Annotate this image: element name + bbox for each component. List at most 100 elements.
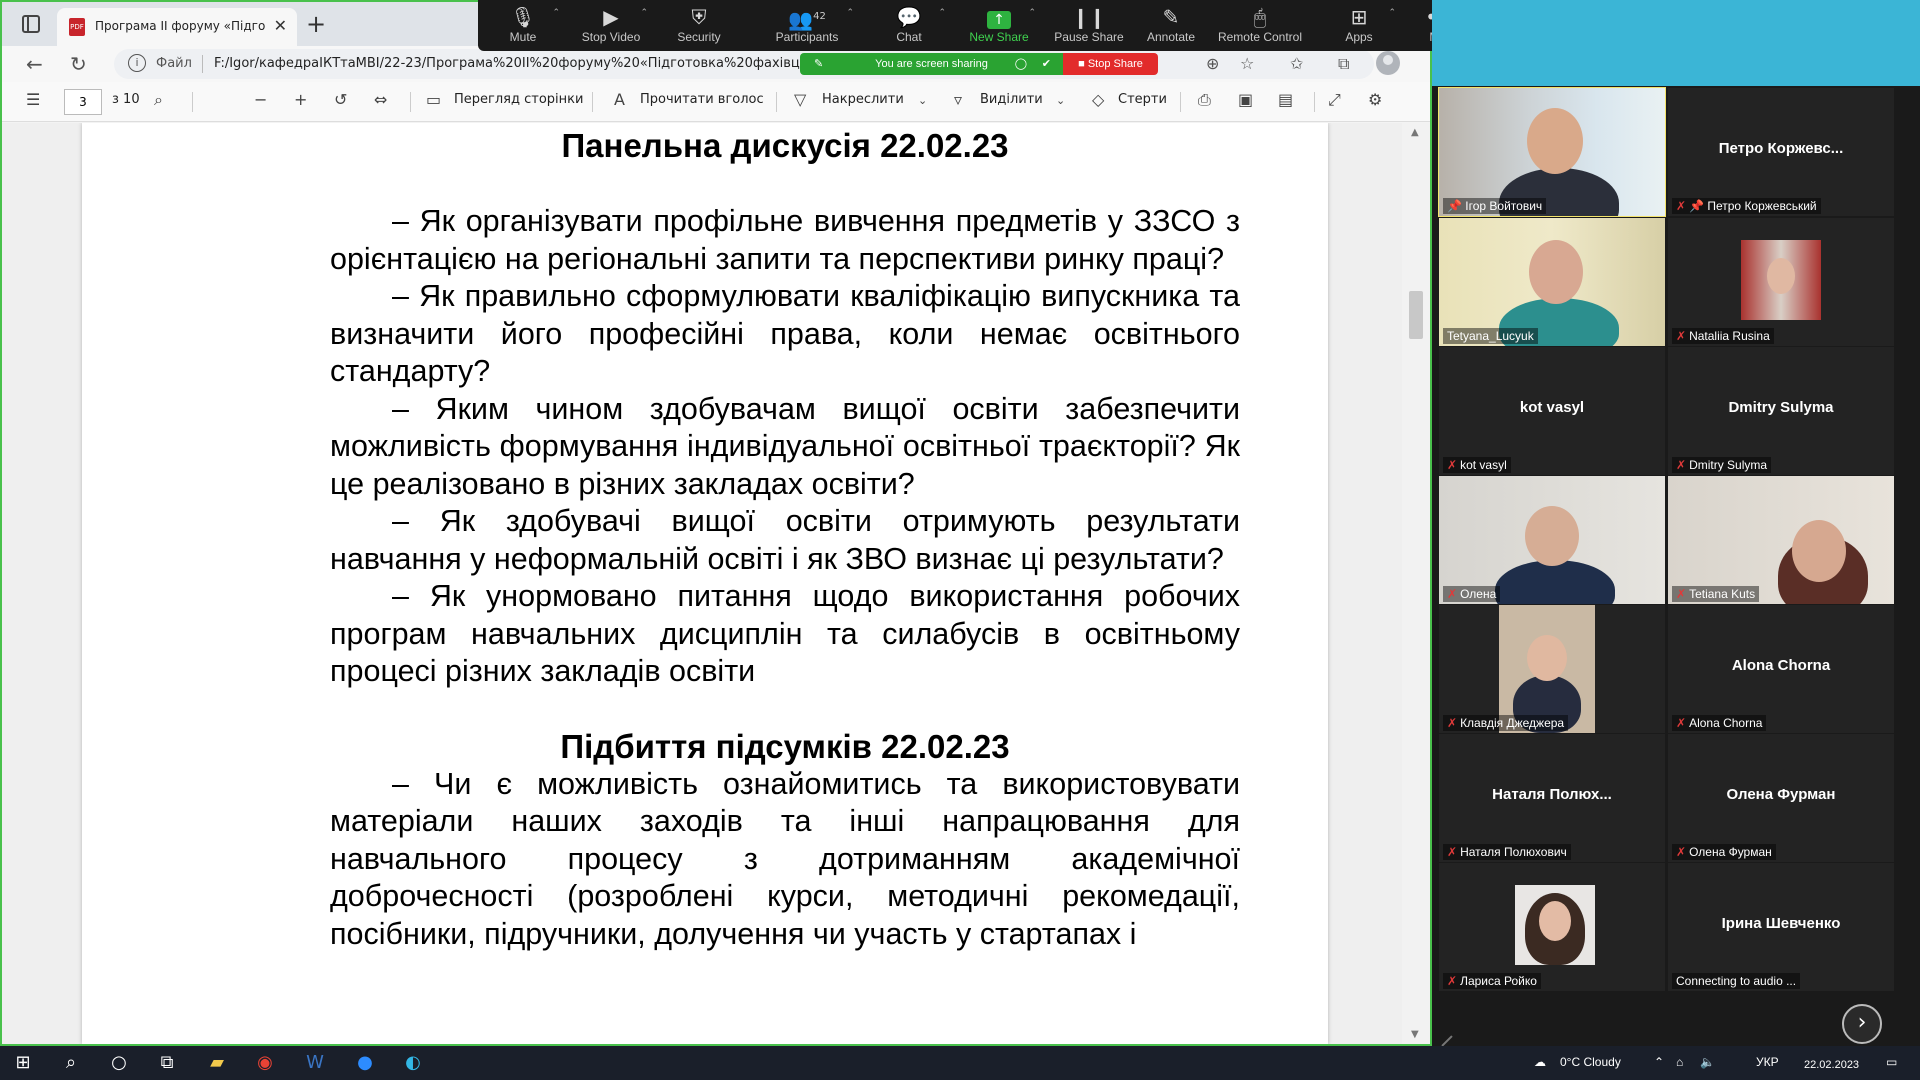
- settings-gear-icon[interactable]: ⚙: [1368, 90, 1382, 109]
- page-number-input[interactable]: 3: [64, 89, 102, 115]
- tab-close-icon[interactable]: ✕: [274, 16, 287, 35]
- chevron-down-icon[interactable]: ⌃: [552, 8, 560, 18]
- save-as-icon[interactable]: ▤: [1278, 90, 1293, 109]
- chevron-down-icon[interactable]: ⌃: [640, 8, 648, 18]
- participant-tile[interactable]: ✗ Клавдія Джеджера: [1439, 605, 1665, 733]
- toolbar-divider: [1314, 92, 1315, 112]
- remote-control-button[interactable]: 🖱 Remote Control: [1200, 4, 1320, 44]
- new-share-button[interactable]: ↑ New Share ⌃: [954, 4, 1044, 44]
- participants-label: Participants: [775, 30, 839, 44]
- contents-icon[interactable]: ☰: [26, 90, 40, 109]
- chevron-down-icon[interactable]: ⌄: [918, 94, 927, 107]
- edge-icon[interactable]: ◐: [400, 1051, 426, 1075]
- chevron-down-icon[interactable]: ⌃: [938, 8, 946, 18]
- chevron-down-icon[interactable]: ⌃: [1028, 8, 1036, 18]
- zoom-app-icon[interactable]: ●: [352, 1051, 378, 1075]
- tray-overflow-icon[interactable]: ⌃: [1654, 1055, 1664, 1069]
- date-display[interactable]: 22.02.2023: [1804, 1059, 1859, 1071]
- pdf-scrollbar[interactable]: ▲ ▼: [1402, 123, 1430, 1044]
- participant-tile[interactable]: 📌 Ігор Войтович: [1438, 87, 1666, 217]
- scroll-down-icon[interactable]: ▼: [1411, 1029, 1419, 1040]
- refresh-icon[interactable]: ↻: [70, 52, 87, 76]
- next-page-button[interactable]: ›: [1842, 1004, 1882, 1044]
- participant-tile[interactable]: Ірина Шевченко Connecting to audio ...: [1668, 863, 1894, 991]
- participant-tile[interactable]: Dmitry Sulyma ✗ Dmitry Sulyma: [1668, 347, 1894, 475]
- address-bar[interactable]: i Файл F:/Igor/кафедраІКТтаМВІ/22-23/Про…: [114, 49, 1374, 79]
- notifications-icon[interactable]: ▭: [1886, 1055, 1897, 1069]
- security-button[interactable]: ⛨ Security: [654, 4, 744, 44]
- participant-tile[interactable]: ✗ Tetiana Kuts: [1668, 476, 1894, 604]
- participant-tile[interactable]: ✗ Олена: [1439, 476, 1665, 604]
- file-explorer-icon[interactable]: ▰: [204, 1051, 230, 1075]
- eraser-icon[interactable]: ◇: [1092, 90, 1104, 109]
- stop-video-button[interactable]: ▶︎ Stop Video ⌃: [566, 4, 656, 44]
- info-icon[interactable]: i: [128, 54, 146, 72]
- volume-icon[interactable]: 🔈: [1700, 1055, 1715, 1069]
- erase-button[interactable]: Стерти: [1118, 92, 1167, 107]
- read-aloud-button[interactable]: Прочитати вголос: [640, 92, 764, 107]
- draw-button[interactable]: Накреслити: [822, 92, 904, 107]
- chevron-down-icon[interactable]: ⌃: [1388, 8, 1396, 18]
- zoom-in-icon[interactable]: +: [294, 90, 307, 109]
- participant-label-text: Клавдія Джеджера: [1460, 716, 1565, 730]
- participant-tile[interactable]: Tetyana_Lucyuk: [1439, 218, 1665, 346]
- windows-start-icon[interactable]: ⊞: [10, 1051, 36, 1075]
- participant-tile[interactable]: Петро Коржевс... ✗ 📌 Петро Коржевський: [1668, 88, 1894, 216]
- save-icon[interactable]: ▣: [1238, 90, 1253, 109]
- word-icon[interactable]: W: [302, 1051, 328, 1075]
- read-aloud-icon[interactable]: A͏: [614, 90, 625, 109]
- fullscreen-icon[interactable]: ⤢: [1328, 90, 1341, 110]
- participant-label-text: Петро Коржевський: [1707, 199, 1817, 213]
- profile-avatar-icon[interactable]: [1376, 51, 1400, 75]
- mute-button[interactable]: 🎙 Mute ⌃: [478, 4, 568, 44]
- participant-tile[interactable]: ✗ Лариса Ройко: [1439, 863, 1665, 991]
- print-icon[interactable]: ⎙: [1198, 90, 1211, 110]
- scroll-up-icon[interactable]: ▲: [1411, 127, 1419, 138]
- favorites-icon[interactable]: ✩: [1290, 54, 1303, 73]
- page-view-button[interactable]: Перегляд сторінки: [454, 92, 583, 107]
- rotate-icon[interactable]: ↺: [334, 90, 347, 109]
- chevron-down-icon[interactable]: ⌄: [1056, 94, 1065, 107]
- collections-icon[interactable]: ⧉: [1338, 54, 1349, 74]
- search-icon[interactable]: ⌕: [154, 90, 163, 110]
- zoom-out-icon[interactable]: −: [254, 90, 267, 109]
- new-tab-icon[interactable]: +: [306, 10, 326, 38]
- participant-tile[interactable]: Наталя Полюх... ✗ Наталя Полюхович: [1439, 734, 1665, 862]
- network-icon[interactable]: ⌂: [1676, 1055, 1683, 1069]
- task-view-icon[interactable]: ⧉: [154, 1051, 180, 1075]
- chrome-icon[interactable]: ◉: [252, 1051, 278, 1075]
- participant-tile[interactable]: kot vasyl ✗ kot vasyl: [1439, 347, 1665, 475]
- tab-actions-icon[interactable]: [22, 15, 40, 33]
- participant-tile[interactable]: Alona Chorna ✗ Alona Chorna: [1668, 605, 1894, 733]
- language-indicator[interactable]: УКР: [1756, 1055, 1779, 1069]
- highlight-button[interactable]: Виділити: [980, 92, 1043, 107]
- weather-status[interactable]: 0°C Cloudy: [1560, 1055, 1621, 1069]
- stop-share-button[interactable]: ■ Stop Share: [1063, 53, 1158, 75]
- pause-share-button[interactable]: ❙❙ Pause Share: [1044, 4, 1134, 44]
- apps-label: Apps: [1345, 30, 1373, 44]
- participant-name: 📌 Ігор Войтович: [1443, 198, 1547, 214]
- chevron-down-icon[interactable]: ⌃: [846, 8, 854, 18]
- add-favorite-icon[interactable]: ☆: [1240, 54, 1254, 73]
- apps-button[interactable]: ⊞ Apps ⌃: [1314, 4, 1404, 44]
- fit-width-icon[interactable]: ⇔: [374, 90, 387, 109]
- zoom-lens-icon[interactable]: ⊕: [1206, 54, 1219, 73]
- search-icon[interactable]: ⌕: [58, 1051, 84, 1075]
- browser-tab[interactable]: PDF Програма ІІ форуму «Підготовк ✕: [57, 8, 297, 46]
- participants-button[interactable]: 👥42 Participants ⌃: [752, 4, 862, 44]
- scroll-thumb[interactable]: [1409, 291, 1423, 339]
- back-icon[interactable]: ←: [26, 52, 43, 76]
- chat-button[interactable]: 💬 Chat ⌃: [864, 4, 954, 44]
- security-label: Security: [677, 30, 721, 44]
- participant-label-text: Олена: [1460, 587, 1497, 601]
- address-bar-row: ← ↻ i Файл F:/Igor/кафедраІКТтаМВІ/22-23…: [2, 46, 1430, 82]
- pdf-viewer[interactable]: Панельна дискусія 22.02.23 – Як організу…: [2, 123, 1402, 1044]
- page-view-icon[interactable]: ▭: [426, 90, 441, 109]
- highlight-icon[interactable]: ▿: [954, 90, 962, 109]
- draw-icon[interactable]: ▽: [794, 90, 806, 109]
- participant-tile[interactable]: Олена Фурман ✗ Олена Фурман: [1668, 734, 1894, 862]
- participant-tile[interactable]: ✗ Nataliia Rusina: [1668, 218, 1894, 346]
- participant-label-text: Alona Chorna: [1689, 716, 1763, 730]
- weather-icon[interactable]: ☁: [1534, 1055, 1546, 1069]
- cortana-icon[interactable]: ○: [106, 1051, 132, 1075]
